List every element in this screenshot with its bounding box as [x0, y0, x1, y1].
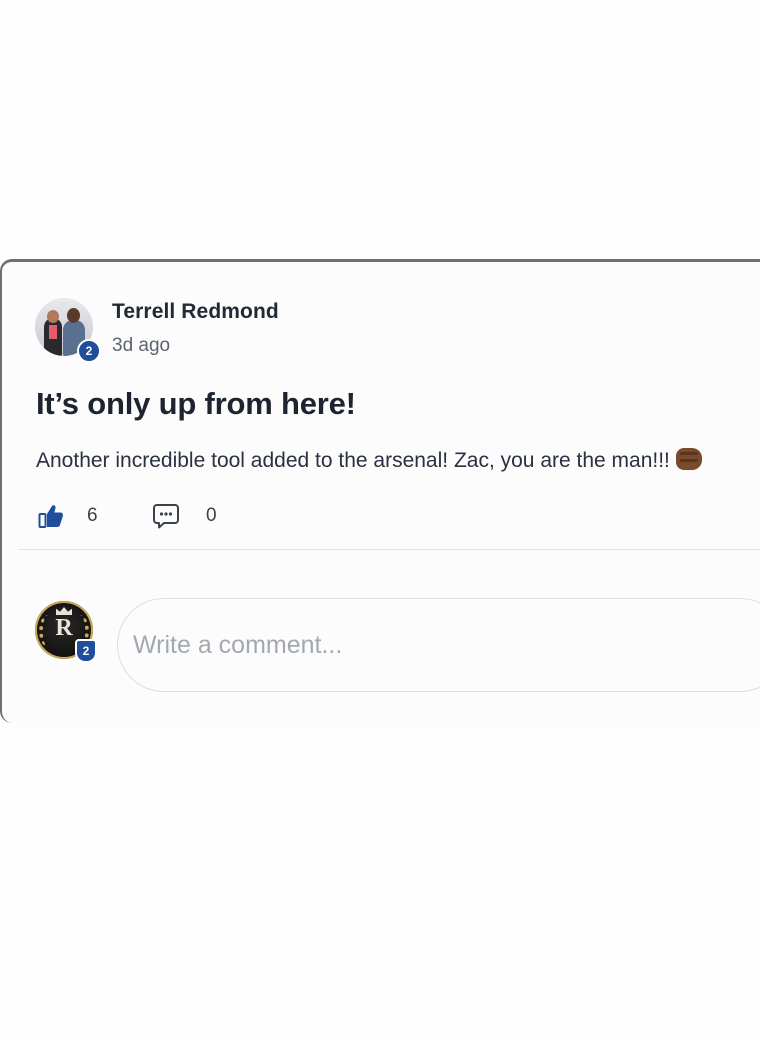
post-body: Another incredible tool added to the ars… [36, 448, 702, 473]
post-body-text: Another incredible tool added to the ars… [36, 449, 670, 472]
author-name[interactable]: Terrell Redmond [112, 300, 279, 324]
post-timestamp: 3d ago [112, 335, 171, 356]
monogram-logo: R [55, 615, 73, 641]
comment-bubble-icon [153, 504, 179, 529]
like-count: 6 [87, 505, 98, 526]
fist-bump-emoji [675, 448, 702, 470]
thumbs-up-icon [38, 505, 64, 528]
page: 2 Terrell Redmond 3d ago It’s only up fr… [0, 0, 760, 1038]
viewer-level-badge: 2 [75, 639, 97, 663]
comment-count: 0 [206, 505, 217, 526]
like-button[interactable]: 6 [38, 503, 98, 529]
crown-icon [56, 607, 72, 615]
comment-button[interactable]: 0 [153, 503, 217, 529]
post-card: 2 Terrell Redmond 3d ago It’s only up fr… [0, 259, 760, 723]
post-title: It’s only up from here! [36, 386, 356, 421]
comment-composer[interactable] [117, 598, 760, 692]
comment-input[interactable] [131, 629, 735, 661]
divider [18, 549, 760, 550]
author-level-badge: 2 [77, 339, 101, 363]
